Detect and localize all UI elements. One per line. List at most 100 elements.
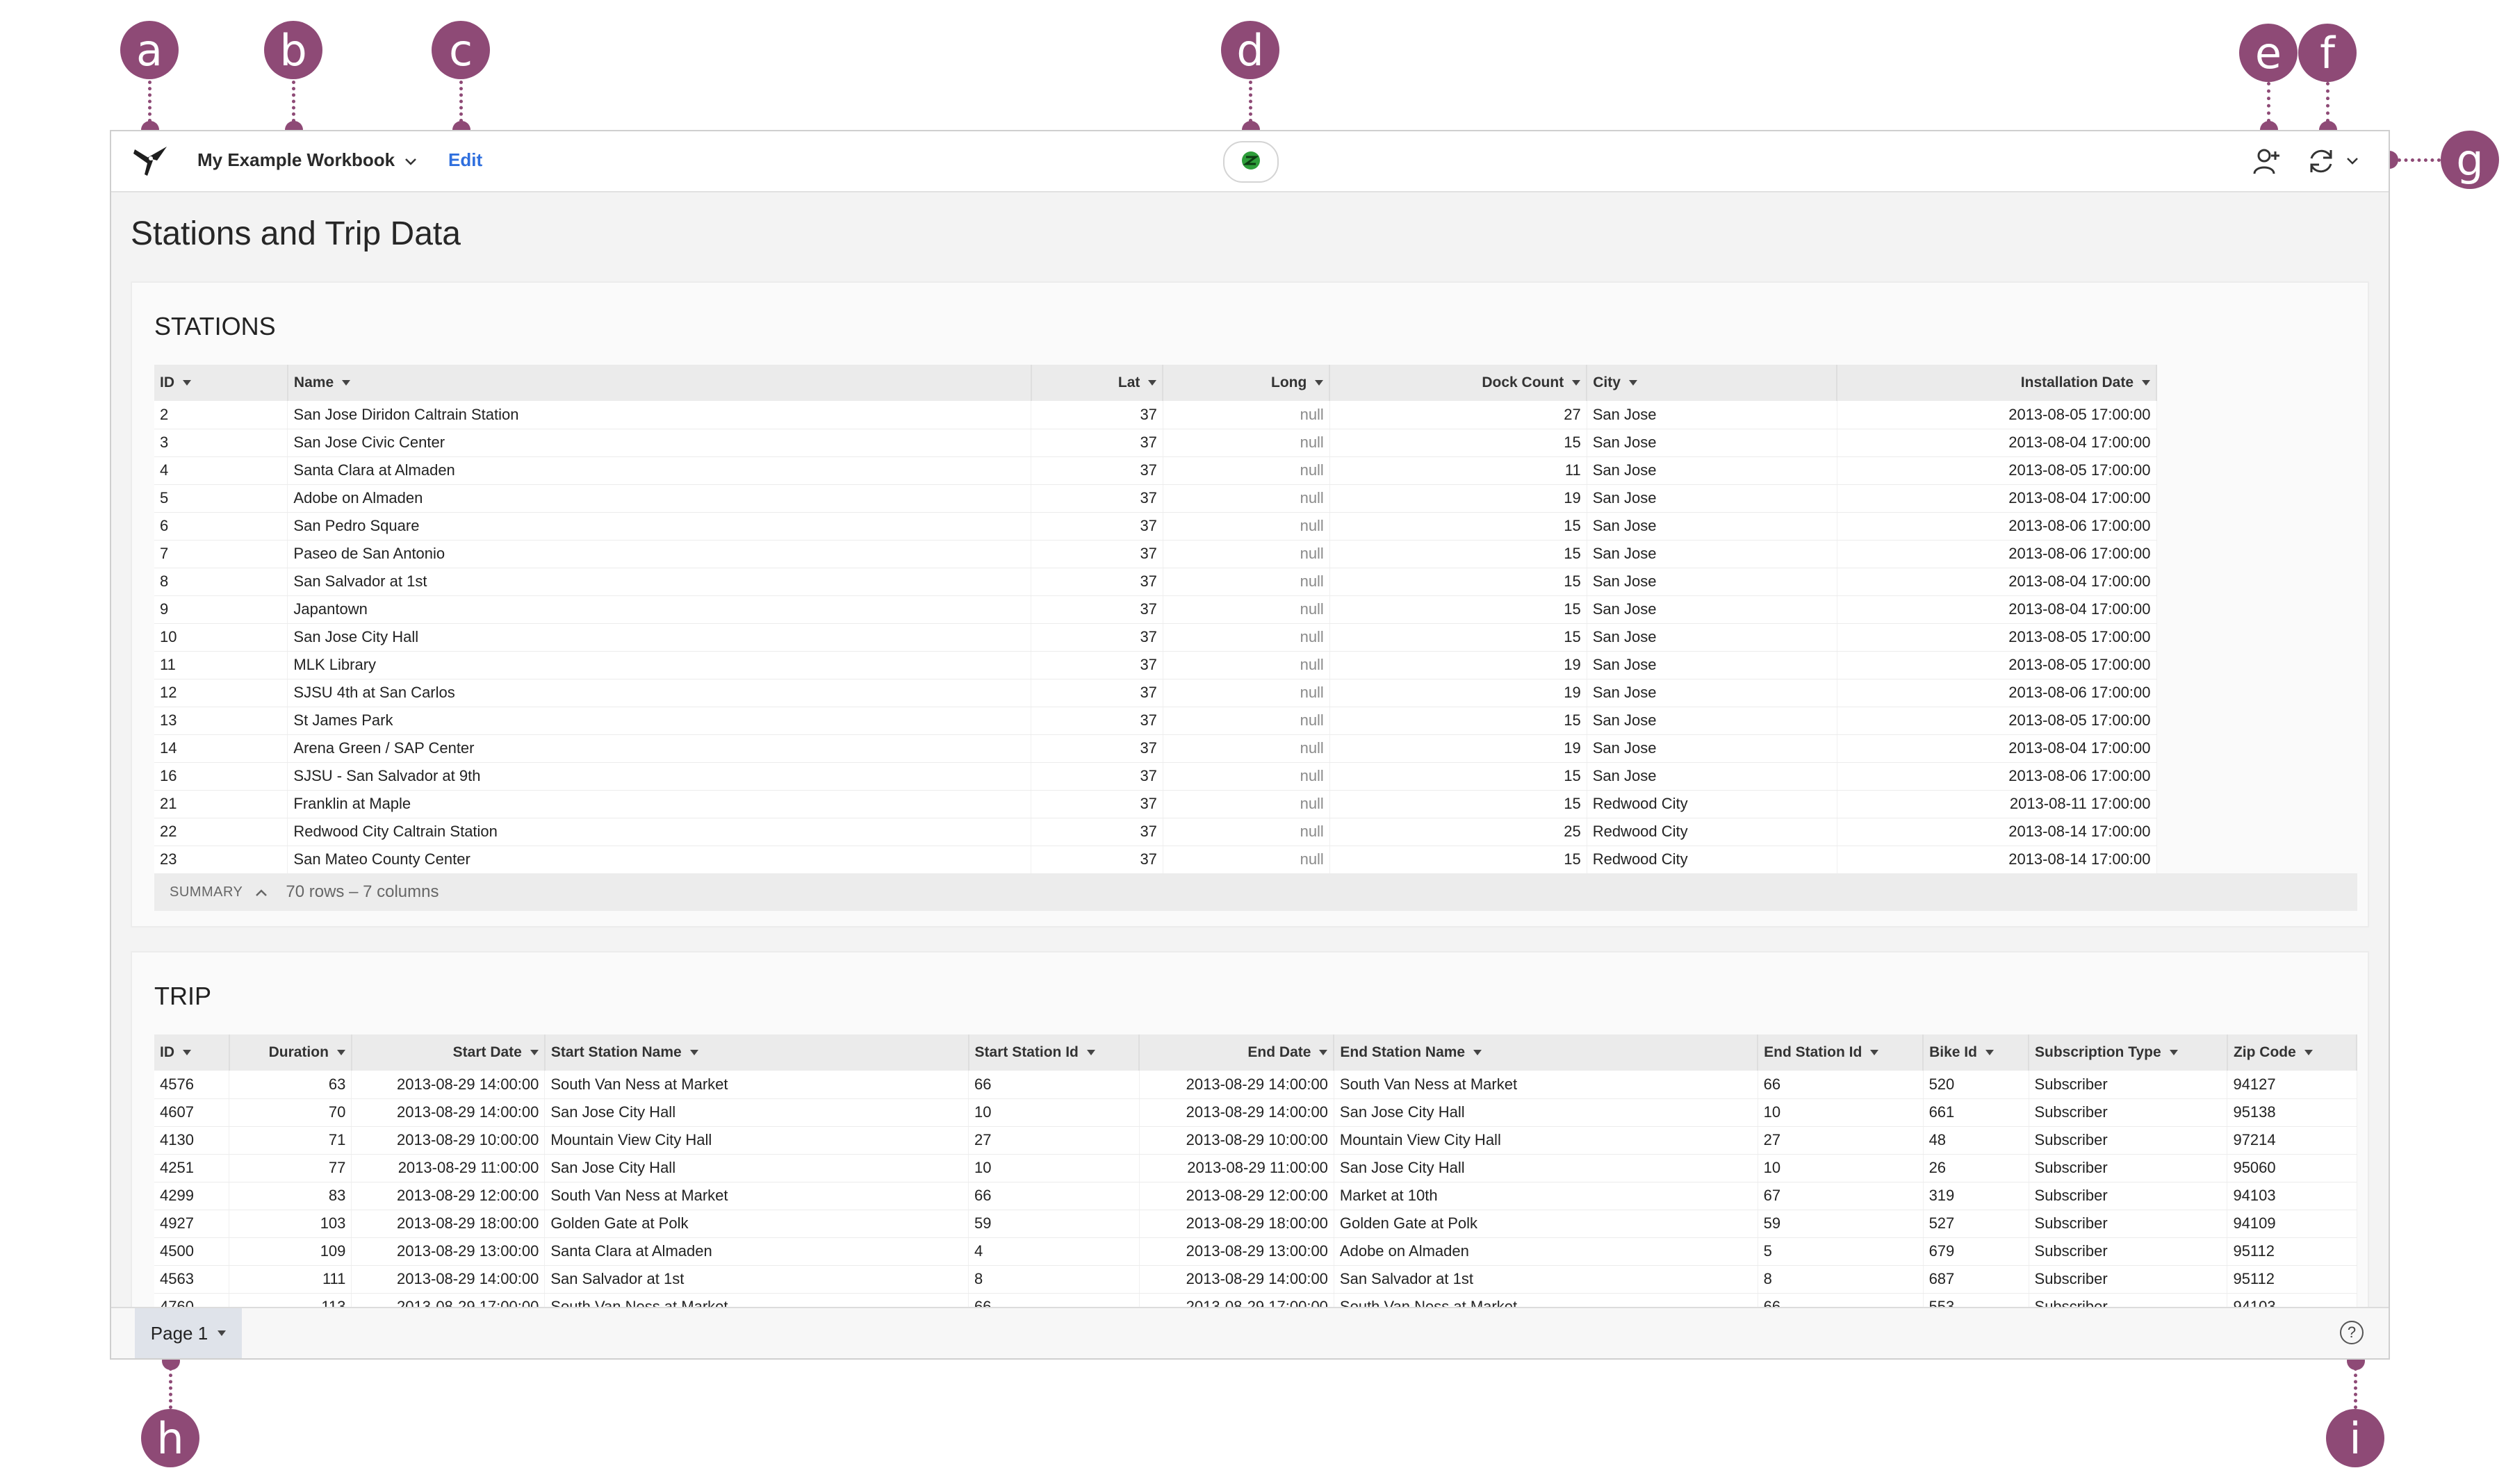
refresh-icon[interactable] <box>2304 144 2339 179</box>
column-header[interactable]: Start Date <box>351 1034 546 1071</box>
table-row[interactable]: 13 St James Park 37 null 15 San Jose 2013-08-0… <box>154 707 2157 735</box>
column-header[interactable]: Subscription Type <box>2029 1034 2228 1071</box>
table-cell: Subscriber <box>2029 1154 2228 1182</box>
table-row[interactable]: 11 MLK Library 37 null 19 San Jose 2013-08-05 … <box>154 651 2157 679</box>
column-header[interactable]: End Date <box>1139 1034 1335 1071</box>
table-cell: 63 <box>229 1071 352 1099</box>
table-cell: 77 <box>229 1154 352 1182</box>
table-row[interactable]: 5 Adobe on Almaden 37 null 19 San Jose 2013-08… <box>154 484 2157 513</box>
caret-down-icon[interactable] <box>2142 380 2150 386</box>
table-row[interactable]: 2 San Jose Diridon Caltrain Station 37 null… <box>154 401 2157 429</box>
stations-summary-bar[interactable]: SUMMARY 70 rows – 7 columns <box>154 873 2357 911</box>
table-cell: 37 <box>1031 512 1163 541</box>
table-row[interactable]: 3 San Jose Civic Center 37 null 15 San Jose 20… <box>154 429 2157 457</box>
caret-down-icon[interactable] <box>183 1050 191 1056</box>
caret-down-icon[interactable] <box>2304 1050 2313 1056</box>
caret-down-icon[interactable] <box>1870 1050 1879 1056</box>
table-cell: Subscriber <box>2029 1071 2228 1099</box>
chevron-up-icon <box>255 883 268 901</box>
table-cell: 95112 <box>2227 1237 2357 1266</box>
caret-down-icon[interactable] <box>1985 1050 1994 1056</box>
table-row[interactable]: 9 Japantown 37 null 15 San Jose 2013-08-04 17:… <box>154 595 2157 624</box>
stations-table[interactable]: ID Name Lat Long Dock Count City Installation … <box>154 365 2157 873</box>
column-header[interactable]: Long <box>1163 365 1331 401</box>
caret-down-icon[interactable] <box>689 1050 698 1056</box>
callout-i: i <box>2326 1409 2384 1467</box>
caret-down-icon[interactable] <box>336 1050 345 1056</box>
table-cell: null <box>1163 623 1330 652</box>
column-header[interactable]: Start Station Id <box>968 1034 1140 1071</box>
table-row[interactable]: 4576 63 2013-08-29 14:00:00 South Van Ness … <box>154 1071 2357 1099</box>
table-row[interactable]: 4927 103 2013-08-29 18:00:00 Golden Gate at… <box>154 1210 2357 1238</box>
caret-down-icon[interactable] <box>530 1050 539 1056</box>
table-row[interactable]: 4251 77 2013-08-29 11:00:00 San Jose City H… <box>154 1154 2357 1182</box>
caret-down-icon[interactable] <box>1315 380 1324 386</box>
table-row[interactable]: 21 Franklin at Maple 37 null 15 Redwood City 2… <box>154 790 2157 818</box>
column-header-label: Start Station Name <box>550 1044 682 1060</box>
table-cell: 37 <box>1031 540 1163 568</box>
caret-down-icon[interactable] <box>1148 380 1157 386</box>
column-header[interactable]: End Station Name <box>1334 1034 1759 1071</box>
column-header[interactable]: Start Station Name <box>544 1034 969 1071</box>
table-cell: 19 <box>1329 484 1587 513</box>
table-cell: 2013-08-04 17:00:00 <box>1837 429 2157 457</box>
column-header[interactable]: Name <box>287 365 1032 401</box>
table-cell: San Jose <box>1587 623 1837 652</box>
column-header[interactable]: Lat <box>1031 365 1164 401</box>
table-row[interactable]: 4563 111 2013-08-29 14:00:00 San Salvador a… <box>154 1265 2357 1294</box>
column-header[interactable]: Duration <box>229 1034 352 1071</box>
table-row[interactable]: 23 San Mateo County Center 37 null 15 Redwood… <box>154 846 2157 873</box>
help-icon[interactable]: ? <box>2340 1321 2364 1344</box>
table-cell: 2013-08-29 12:00:00 <box>351 1182 546 1210</box>
caret-down-icon[interactable] <box>2169 1050 2178 1056</box>
column-header[interactable]: ID <box>154 365 288 401</box>
caret-down-icon[interactable] <box>1473 1050 1482 1056</box>
page-tab[interactable]: Page 1 <box>135 1308 242 1358</box>
caret-down-icon[interactable] <box>183 380 191 386</box>
table-row[interactable]: 4 Santa Clara at Almaden 37 null 11 San Jose 2… <box>154 456 2157 485</box>
column-header[interactable]: Zip Code <box>2227 1034 2357 1071</box>
table-row[interactable]: 4607 70 2013-08-29 14:00:00 San Jose City H… <box>154 1098 2357 1127</box>
table-cell: null <box>1163 734 1330 763</box>
workbook-title-menu[interactable]: My Example Workbook <box>197 149 417 171</box>
table-cell: 15 <box>1329 568 1587 596</box>
add-user-icon[interactable] <box>2250 144 2284 179</box>
trip-table[interactable]: ID Duration Start Date Start Station Name St… <box>154 1034 2357 1340</box>
sigma-bird-logo-icon[interactable] <box>132 144 170 179</box>
caret-down-icon[interactable] <box>342 380 351 386</box>
column-header[interactable]: End Station Id <box>1758 1034 1924 1071</box>
edit-button[interactable]: Edit <box>448 149 482 171</box>
table-row[interactable]: 4500 109 2013-08-29 13:00:00 Santa Clara at… <box>154 1237 2357 1266</box>
column-header[interactable]: Dock Count <box>1329 365 1588 401</box>
table-row[interactable]: 12 SJSU 4th at San Carlos 37 null 19 San Jose… <box>154 679 2157 707</box>
table-row[interactable]: 4130 71 2013-08-29 10:00:00 Mountain View C… <box>154 1126 2357 1155</box>
workbook-title: My Example Workbook <box>197 149 395 170</box>
table-cell: 2013-08-29 10:00:00 <box>1139 1126 1334 1155</box>
caret-down-icon[interactable] <box>1628 380 1637 386</box>
table-cell: San Pedro Square <box>287 512 1031 541</box>
table-cell: Subscriber <box>2029 1126 2228 1155</box>
table-row[interactable]: 22 Redwood City Caltrain Station 37 null 25 R… <box>154 818 2157 846</box>
table-row[interactable]: 10 San Jose City Hall 37 null 15 San Jose 2013… <box>154 623 2157 652</box>
table-row[interactable]: 16 SJSU - San Salvador at 9th 37 null 15 San … <box>154 762 2157 791</box>
table-cell: 4927 <box>154 1210 230 1238</box>
table-row[interactable]: 6 San Pedro Square 37 null 15 San Jose 2013-08… <box>154 512 2157 541</box>
table-row[interactable]: 4299 83 2013-08-29 12:00:00 South Van Ness … <box>154 1182 2357 1210</box>
column-header[interactable]: City <box>1587 365 1838 401</box>
table-row[interactable]: 14 Arena Green / SAP Center 37 null 19 San Jo… <box>154 734 2157 763</box>
chevron-down-icon[interactable] <box>2344 144 2361 179</box>
column-header[interactable]: Installation Date <box>1837 365 2157 401</box>
table-cell: San Salvador at 1st <box>287 568 1031 596</box>
caret-down-icon[interactable] <box>1086 1050 1095 1056</box>
data-status-button[interactable] <box>1223 141 1279 183</box>
caret-down-icon[interactable] <box>1319 1050 1328 1056</box>
toolbar-right-group <box>2250 144 2361 179</box>
table-cell: 2013-08-04 17:00:00 <box>1837 734 2157 763</box>
table-row[interactable]: 8 San Salvador at 1st 37 null 15 San Jose 2013… <box>154 568 2157 596</box>
column-header[interactable]: Bike Id <box>1923 1034 2030 1071</box>
table-row[interactable]: 7 Paseo de San Antonio 37 null 15 San Jose 201… <box>154 540 2157 568</box>
caret-down-icon[interactable] <box>1572 380 1581 386</box>
table-cell: San Salvador at 1st <box>544 1265 969 1294</box>
summary-label: SUMMARY <box>170 884 243 900</box>
column-header[interactable]: ID <box>154 1034 230 1071</box>
